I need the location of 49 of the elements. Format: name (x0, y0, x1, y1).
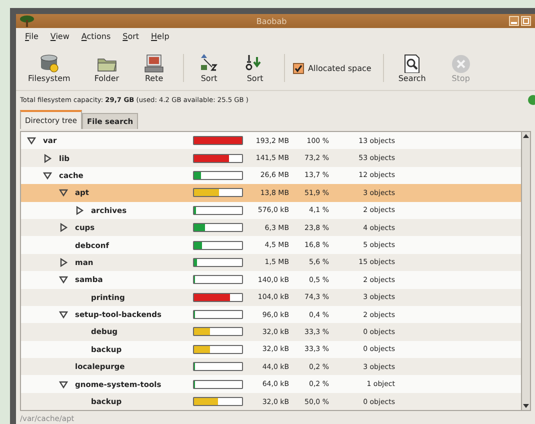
checkbox-label[interactable]: Allocated space (308, 64, 372, 72)
checkbox[interactable] (293, 62, 304, 74)
collapse-icon[interactable] (59, 275, 68, 284)
toolbar-button[interactable]: Search (392, 51, 432, 85)
menu-item[interactable]: View (49, 31, 70, 42)
toolbar-button[interactable]: Filesystem (22, 51, 76, 85)
scroll-up-icon[interactable] (523, 134, 529, 138)
usage-bar (193, 327, 243, 336)
expand-icon[interactable] (59, 258, 68, 267)
stop-icon (450, 53, 472, 73)
expand-icon[interactable] (43, 154, 52, 163)
usage-bar (193, 240, 243, 250)
usage-bar (193, 206, 243, 215)
menu-item[interactable]: Sort (122, 31, 140, 42)
usage-bar (193, 380, 243, 389)
usage-bar (193, 275, 243, 284)
collapse-icon[interactable] (59, 380, 68, 389)
scroll-down-icon[interactable] (523, 404, 529, 408)
toolbar-button[interactable]: Sort (192, 51, 226, 85)
monitor-icon (143, 53, 166, 73)
tree-icon (20, 15, 34, 27)
drive-icon (38, 53, 60, 73)
collapse-icon[interactable] (27, 136, 36, 146)
collapse-icon[interactable] (59, 188, 68, 198)
collapse-icon[interactable] (59, 310, 68, 320)
usage-bar (193, 344, 243, 354)
usage-bar (193, 154, 243, 163)
collapse-icon[interactable] (43, 170, 52, 180)
usage-bar (193, 170, 243, 180)
menu-item[interactable]: Help (150, 31, 170, 42)
usage-bar (193, 292, 243, 302)
usage-bar (193, 310, 243, 320)
window-title: Baobab (255, 16, 288, 26)
usage-bar (193, 188, 243, 198)
scrollbar[interactable] (522, 131, 531, 411)
minimize-icon[interactable] (509, 16, 519, 26)
toolbar-button[interactable]: Rete (137, 51, 172, 85)
toolbar-button[interactable]: Folder (88, 51, 126, 85)
usage-bar (193, 136, 243, 146)
maximize-icon[interactable] (521, 16, 531, 26)
usage-bar (193, 258, 243, 267)
usage-bar (193, 362, 243, 372)
expand-icon[interactable] (75, 206, 84, 215)
menu-item[interactable]: File (24, 31, 40, 42)
menu-item[interactable]: Actions (80, 31, 112, 42)
usage-bar (193, 397, 243, 406)
usage-bar (193, 223, 243, 232)
expand-icon[interactable] (59, 223, 68, 232)
toolbar-button[interactable]: Sort (238, 51, 272, 85)
